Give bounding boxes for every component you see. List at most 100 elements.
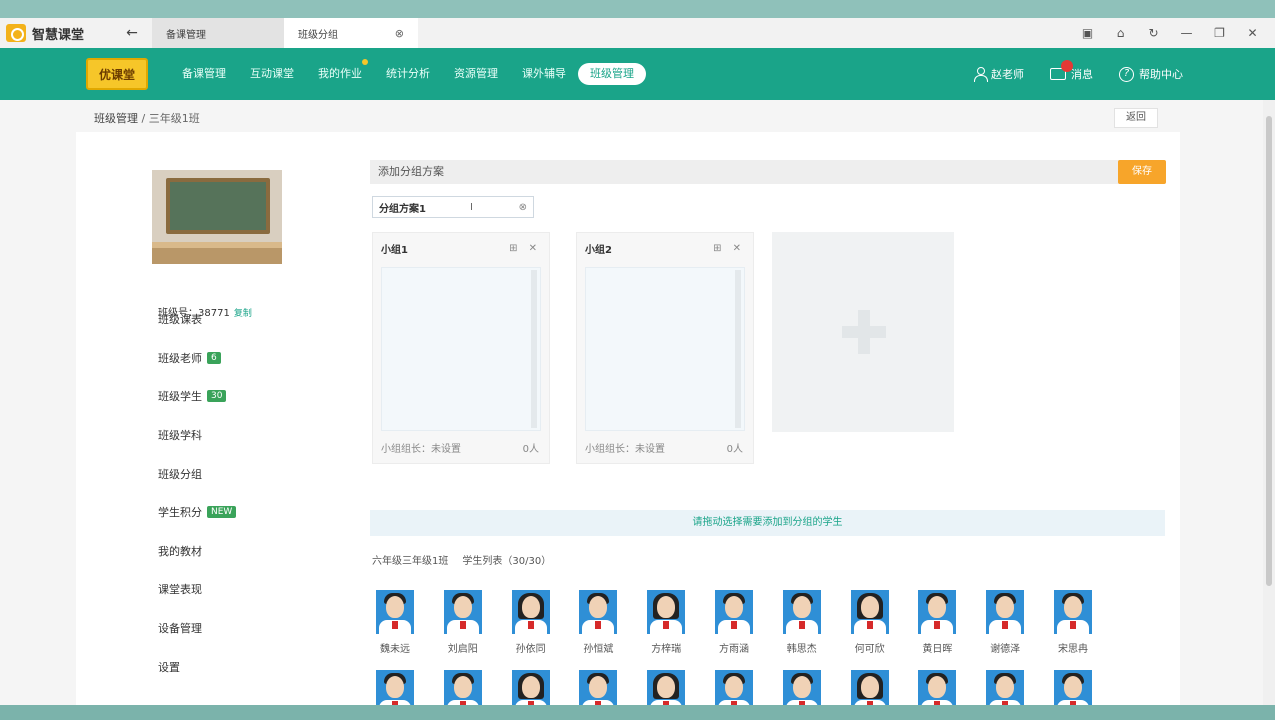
red-scarf: [663, 621, 670, 629]
red-scarf: [866, 621, 873, 629]
student-photo: [443, 590, 482, 634]
group-action-icons[interactable]: ⊞ ✕: [509, 243, 541, 254]
app-logo-icon: [6, 24, 26, 42]
nav-item-label: 我的作业: [318, 67, 362, 80]
student-card[interactable]: 宋思冉: [1048, 590, 1098, 655]
refresh-icon[interactable]: ↻: [1137, 26, 1170, 40]
student-card[interactable]: 魏未远: [370, 590, 420, 655]
close-window-icon[interactable]: ✕: [1236, 26, 1269, 40]
red-scarf: [527, 621, 534, 629]
tab-close-icon[interactable]: ⊗: [395, 27, 404, 40]
student-card[interactable]: 孙恒斌: [573, 590, 623, 655]
student-name: 孙依同: [515, 644, 546, 655]
new-badge: NEW: [207, 506, 237, 519]
breadcrumb-root[interactable]: 班级管理: [94, 112, 138, 125]
sidebar-item-performance[interactable]: 课堂表现: [158, 570, 236, 609]
user-menu[interactable]: 赵老师: [974, 66, 1024, 82]
student-name: 孙恒斌: [583, 644, 614, 655]
restore-icon[interactable]: ❐: [1203, 26, 1236, 40]
scrollbar[interactable]: [735, 270, 741, 428]
group-member-list[interactable]: [381, 267, 541, 431]
student-card[interactable]: 孙依同: [506, 590, 556, 655]
face: [725, 596, 743, 618]
student-name: 刘启阳: [447, 644, 478, 655]
group-footer: 小组组长：未设置 0人: [381, 440, 539, 455]
student-name: 宋思冉: [1058, 644, 1088, 655]
group-member-list[interactable]: [585, 267, 745, 431]
student-card[interactable]: 方梓瑞: [641, 590, 691, 655]
scheme-tab[interactable]: 分组方案1 I ⊗: [372, 196, 534, 218]
help-link[interactable]: ? 帮助中心: [1119, 66, 1183, 82]
group-card[interactable]: 小组1 ⊞ ✕ 小组组长：未设置 0人: [372, 232, 550, 464]
student-photo: [986, 590, 1025, 634]
face: [589, 676, 608, 698]
copy-code-link[interactable]: 复制: [234, 309, 252, 319]
nav-item-resources[interactable]: 资源管理: [442, 63, 510, 85]
student-photo: [918, 590, 957, 634]
group-leader: 小组组长：未设置: [585, 444, 665, 455]
student-card[interactable]: 韩思杰: [777, 590, 827, 655]
group-action-icons[interactable]: ⊞ ✕: [713, 243, 745, 254]
window-title-bar: 智慧课堂 ← 备课管理 班级分组 ⊗ ▣ ⌂ ↻ — ❐ ✕: [0, 0, 1275, 48]
sidebar-item-students[interactable]: 班级学生 30: [158, 377, 236, 416]
nav-item-lesson-prep[interactable]: 备课管理: [170, 63, 238, 85]
student-photo: [511, 590, 550, 634]
pin-icon[interactable]: ▣: [1071, 26, 1104, 40]
tab-class-grouping[interactable]: 班级分组 ⊗: [284, 18, 418, 48]
home-icon[interactable]: ⌂: [1104, 26, 1137, 40]
save-button[interactable]: 保存: [1118, 160, 1166, 184]
group-name: 小组2: [585, 244, 612, 256]
count-badge: 30: [207, 390, 227, 403]
sidebar-item-textbooks[interactable]: 我的教材: [158, 532, 236, 571]
sidebar-item-grouping[interactable]: 班级分组: [158, 454, 236, 493]
sidebar-item-points[interactable]: 学生积分 NEW: [158, 493, 237, 532]
sidebar-item-teachers[interactable]: 班级老师 6: [158, 339, 236, 378]
student-card[interactable]: 谢德泽: [980, 590, 1030, 655]
classroom-image: [152, 170, 282, 264]
sidebar-item-label: 班级课表: [158, 313, 202, 327]
app-logo: 智慧课堂: [0, 24, 112, 43]
group-header: 小组1 ⊞ ✕: [373, 233, 549, 263]
face: [521, 596, 540, 618]
nav-item-homework[interactable]: 我的作业: [306, 59, 374, 85]
face: [657, 676, 676, 698]
user-icon: [974, 67, 988, 82]
nav-item-interactive-class[interactable]: 互动课堂: [238, 63, 306, 85]
face: [996, 596, 1015, 618]
face: [725, 676, 743, 698]
brand-logo[interactable]: 优课堂: [86, 58, 148, 90]
messages-link[interactable]: 消息: [1050, 60, 1093, 82]
student-card[interactable]: 何可欣: [845, 590, 895, 655]
back-button[interactable]: 返回: [1114, 108, 1158, 128]
breadcrumb-current: 三年级1班: [148, 112, 200, 125]
sidebar-item-devices[interactable]: 设备管理: [158, 609, 236, 648]
add-scheme-input[interactable]: 添加分组方案: [370, 160, 1165, 184]
sidebar-item-schedule[interactable]: 班级课表: [158, 300, 236, 339]
minimize-icon[interactable]: —: [1170, 26, 1203, 40]
page-scrollbar[interactable]: [1263, 100, 1275, 705]
student-card[interactable]: 方雨涵: [709, 590, 759, 655]
text-cursor-icon: I: [469, 201, 473, 213]
user-name: 赵老师: [991, 68, 1024, 81]
scheme-close-icon[interactable]: ⊗: [519, 202, 527, 213]
back-arrow-icon[interactable]: ←: [112, 25, 152, 41]
student-photo: [579, 590, 618, 634]
count-badge: 6: [207, 351, 221, 364]
scrollbar[interactable]: [531, 270, 537, 428]
main-nav: 优课堂 备课管理 互动课堂 我的作业 统计分析 资源管理 课外辅导 班级管理 赵…: [0, 48, 1275, 100]
roster-class: 六年级三年级1班: [372, 556, 449, 567]
red-scarf: [731, 621, 737, 629]
tab-lesson-prep[interactable]: 备课管理: [152, 18, 284, 48]
add-group-button[interactable]: [772, 232, 954, 432]
app-name: 智慧课堂: [32, 27, 85, 43]
face: [521, 676, 540, 698]
nav-item-class-management[interactable]: 班级管理: [578, 63, 646, 85]
nav-item-tutoring[interactable]: 课外辅导: [510, 63, 578, 85]
nav-item-statistics[interactable]: 统计分析: [374, 63, 442, 85]
scrollbar-thumb[interactable]: [1266, 116, 1272, 586]
sidebar-item-settings[interactable]: 设置: [158, 647, 236, 686]
student-card[interactable]: 刘启阳: [438, 590, 488, 655]
student-card[interactable]: 黄日晖: [912, 590, 962, 655]
group-card[interactable]: 小组2 ⊞ ✕ 小组组长：未设置 0人: [576, 232, 754, 464]
sidebar-item-subjects[interactable]: 班级学科: [158, 416, 236, 455]
